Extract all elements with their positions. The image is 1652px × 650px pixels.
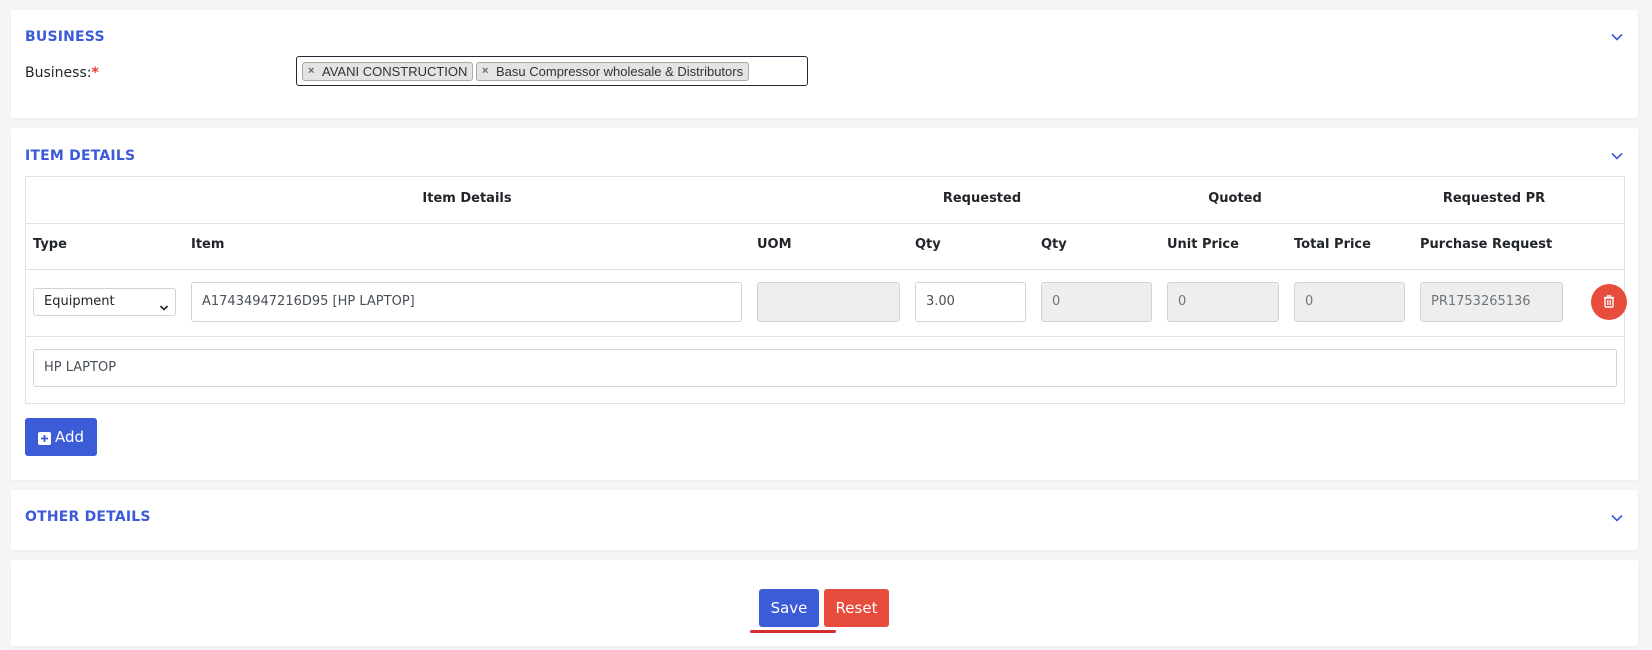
item-description-input[interactable]: HP LAPTOP <box>33 349 1617 387</box>
col-header-quoted-qty: Qty <box>1041 237 1067 252</box>
col-header-type: Type <box>33 237 67 252</box>
trash-icon <box>1602 293 1616 312</box>
business-card: BUSINESS Business:* × AVANI CONSTRUCTION… <box>11 10 1638 118</box>
business-field-label: Business:* <box>25 65 99 81</box>
purchase-request-input: PR1753265136 <box>1420 282 1563 322</box>
close-icon[interactable]: × <box>482 63 488 80</box>
requested-qty-input[interactable]: 3.00 <box>915 282 1026 322</box>
group-header-quoted: Quoted <box>1208 191 1262 206</box>
item-input[interactable]: A17434947216D95 [HP LAPTOP] <box>191 282 742 322</box>
col-header-item: Item <box>191 237 225 252</box>
required-mark: * <box>91 65 99 81</box>
col-header-total-price: Total Price <box>1294 237 1371 252</box>
other-section-title: OTHER DETAILS <box>25 509 151 525</box>
col-header-unit-price: Unit Price <box>1167 237 1239 252</box>
table-divider <box>26 269 1624 270</box>
close-icon[interactable]: × <box>308 63 314 80</box>
business-tag-label: AVANI CONSTRUCTION <box>322 64 468 79</box>
save-button[interactable]: Save <box>759 589 819 627</box>
add-item-button[interactable]: Add <box>25 418 97 456</box>
group-header-item-details: Item Details <box>422 191 512 206</box>
group-header-requested: Requested <box>942 191 1022 206</box>
type-select-value: Equipment <box>44 294 115 309</box>
col-header-purchase-request: Purchase Request <box>1420 237 1553 252</box>
business-tag-avani: × AVANI CONSTRUCTION <box>302 62 474 81</box>
business-multiselect[interactable]: × AVANI CONSTRUCTION × Basu Compressor w… <box>296 56 808 86</box>
chevron-down-icon <box>159 297 169 311</box>
chevron-down-icon[interactable] <box>1610 511 1624 525</box>
item-table: Item Details Requested Quoted Requested … <box>25 176 1627 404</box>
group-header-requested-pr: Requested PR <box>1442 191 1546 206</box>
table-divider <box>26 223 1624 224</box>
delete-row-button[interactable] <box>1591 284 1627 320</box>
chevron-down-icon[interactable] <box>1610 30 1624 44</box>
business-section-title: BUSINESS <box>25 29 105 45</box>
save-focus-underline <box>750 630 836 633</box>
add-item-label: Add <box>54 428 85 446</box>
quoted-qty-input: 0 <box>1041 282 1152 322</box>
reset-button[interactable]: Reset <box>824 589 889 627</box>
chevron-down-icon[interactable] <box>1610 149 1624 163</box>
col-header-uom: UOM <box>757 237 792 252</box>
business-tag-label: Basu Compressor wholesale & Distributors <box>496 64 744 79</box>
table-divider <box>26 336 1624 337</box>
page: BUSINESS Business:* × AVANI CONSTRUCTION… <box>0 0 1652 650</box>
other-details-card: OTHER DETAILS <box>11 490 1638 550</box>
item-section-title: ITEM DETAILS <box>25 148 136 164</box>
total-price-input: 0 <box>1294 282 1405 322</box>
unit-price-input: 0 <box>1167 282 1279 322</box>
business-tag-basu: × Basu Compressor wholesale & Distributo… <box>476 62 750 81</box>
item-details-card: ITEM DETAILS Item Details Requested Quot… <box>11 128 1638 480</box>
actions-card: Save Reset <box>11 560 1638 646</box>
col-header-req-qty: Qty <box>915 237 941 252</box>
type-select[interactable]: Equipment <box>33 288 176 316</box>
uom-input <box>757 282 900 322</box>
plus-square-icon <box>37 431 51 445</box>
